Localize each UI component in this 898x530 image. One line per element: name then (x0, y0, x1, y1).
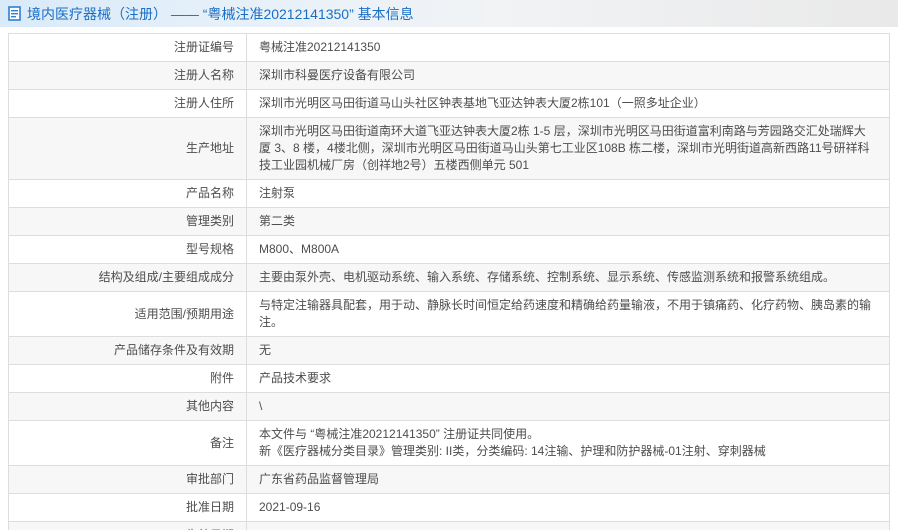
row-value: 粤械注准20212141350 (246, 33, 890, 62)
table-row: 管理类别 第二类 (8, 207, 890, 236)
row-label: 结构及组成/主要组成成分 (8, 263, 247, 292)
row-value: 无 (246, 336, 890, 365)
row-label: 产品名称 (8, 179, 247, 208)
row-value: \ (246, 392, 890, 421)
row-value: 第二类 (246, 207, 890, 236)
page-header: 境内医疗器械（注册） —— “粤械注准20212141350” 基本信息 (0, 0, 898, 27)
row-label: 注册人住所 (8, 89, 247, 118)
table-row: 产品名称 注射泵 (8, 179, 890, 208)
row-value: 深圳市光明区马田街道马山头社区钟表基地飞亚达钟表大厦2栋101（一照多址企业） (246, 89, 890, 118)
table-row: 备注 本文件与 “粤械注准20212141350” 注册证共同使用。新《医疗器械分… (8, 420, 890, 466)
table-row: 其他内容 \ (8, 392, 890, 421)
info-table-body: 注册证编号 粤械注准20212141350 注册人名称 深圳市科曼医疗设备有限公司 注册… (8, 33, 890, 530)
page-title: 境内医疗器械（注册） —— “粤械注准20212141350” 基本信息 (27, 5, 414, 22)
table-row: 结构及组成/主要组成成分 主要由泵外壳、电机驱动系统、输入系统、存储系统、控制系统… (8, 263, 890, 292)
row-value: 2023-01-03 (246, 521, 890, 530)
row-label: 注册人名称 (8, 61, 247, 90)
table-row: 注册人名称 深圳市科曼医疗设备有限公司 (8, 61, 890, 90)
table-row: 产品储存条件及有效期无 (8, 336, 890, 365)
table-row: 审批部门 广东省药品监督管理局 (8, 465, 890, 494)
row-label: 产品储存条件及有效期 (8, 336, 247, 365)
row-label: 备注 (8, 420, 247, 466)
registration-info-table: 注册证编号 粤械注准20212141350 注册人名称 深圳市科曼医疗设备有限公司 注册… (8, 33, 890, 530)
row-value: 2021-09-16 (246, 493, 890, 522)
table-row: 生产地址 深圳市光明区马田街道南环大道飞亚达钟表大厦2栋 1-5 层，深圳市光明区… (8, 117, 890, 180)
row-value: 与特定注输器具配套，用于动、静脉长时间恒定给药速度和精确给药量输液，不用于镇痛药… (246, 291, 890, 337)
row-label: 管理类别 (8, 207, 247, 236)
row-label: 生产地址 (8, 117, 247, 180)
row-label: 批准日期 (8, 493, 247, 522)
table-row: 附件 产品技术要求 (8, 364, 890, 393)
table-row: 适用范围/预期用途 与特定注输器具配套，用于动、静脉长时间恒定给药速度和精确给药量… (8, 291, 890, 337)
row-label: 适用范围/预期用途 (8, 291, 247, 337)
row-value: 深圳市科曼医疗设备有限公司 (246, 61, 890, 90)
table-row: 生效日期2023-01-03 (8, 521, 890, 530)
row-label: 注册证编号 (8, 33, 247, 62)
table-row: 批准日期 2021-09-16 (8, 493, 890, 522)
table-row: 注册人住所 深圳市光明区马田街道马山头社区钟表基地飞亚达钟表大厦2栋101（一照多… (8, 89, 890, 118)
row-value: 本文件与 “粤械注准20212141350” 注册证共同使用。新《医疗器械分类目… (246, 420, 890, 466)
row-label: 其他内容 (8, 392, 247, 421)
row-value-line: 新《医疗器械分类目录》管理类别: II类，分类编码: 14注输、护理和防护器械-… (259, 444, 766, 458)
row-label: 审批部门 (8, 465, 247, 494)
row-value: 注射泵 (246, 179, 890, 208)
table-row: 注册证编号 粤械注准20212141350 (8, 33, 890, 62)
row-label: 型号规格 (8, 235, 247, 264)
table-row: 型号规格 M800、M800A (8, 235, 890, 264)
row-value: 主要由泵外壳、电机驱动系统、输入系统、存储系统、控制系统、显示系统、传感监测系统… (246, 263, 890, 292)
document-icon (8, 6, 21, 21)
row-value: 广东省药品监督管理局 (246, 465, 890, 494)
row-value: M800、M800A (246, 235, 890, 264)
row-value-line: 本文件与 “粤械注准20212141350” 注册证共同使用。 (259, 427, 540, 441)
row-value: 产品技术要求 (246, 364, 890, 393)
row-label: 生效日期 (8, 521, 247, 530)
row-label: 附件 (8, 364, 247, 393)
row-value: 深圳市光明区马田街道南环大道飞亚达钟表大厦2栋 1-5 层，深圳市光明区马田街道… (246, 117, 890, 180)
